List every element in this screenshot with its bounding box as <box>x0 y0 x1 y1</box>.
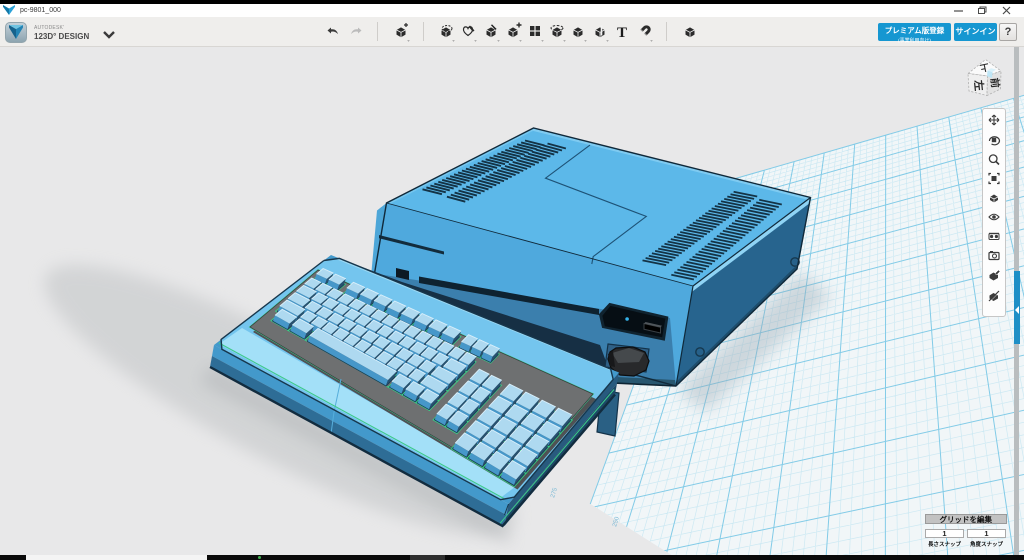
svg-text:左: 左 <box>971 78 986 91</box>
svg-text:275: 275 <box>550 487 559 499</box>
svg-text:前: 前 <box>988 77 1002 88</box>
